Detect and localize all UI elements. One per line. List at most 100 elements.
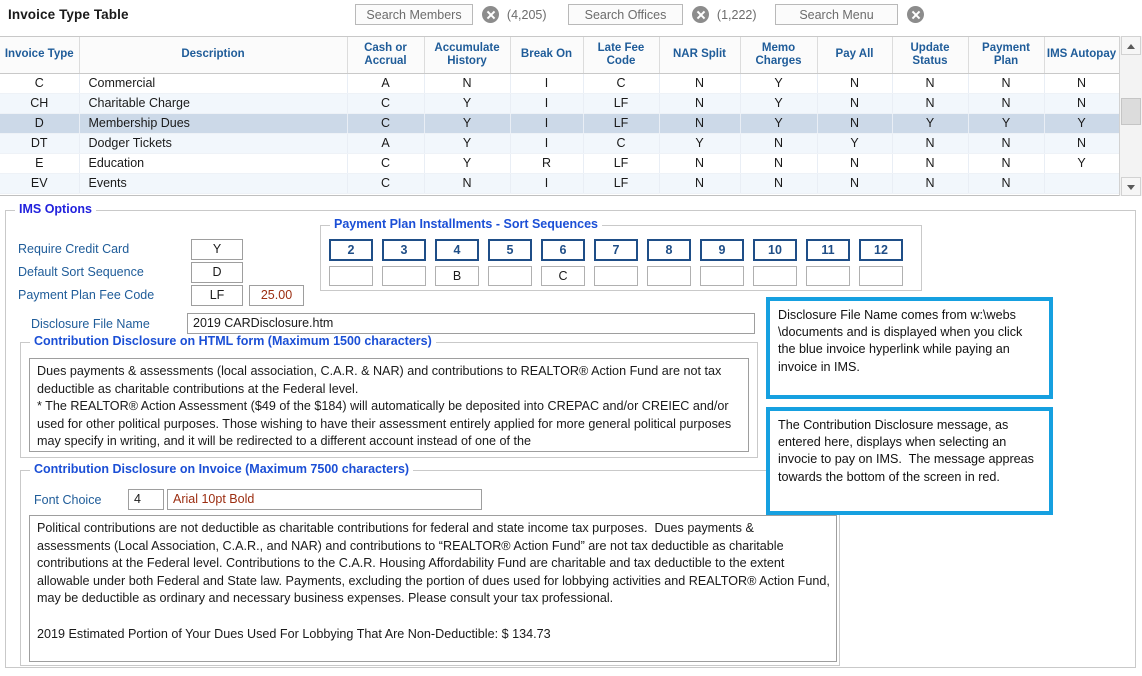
installment-number-8[interactable]: 8 [647,239,691,261]
cell-late-fee-code: LF [583,173,660,194]
installment-number-9[interactable]: 9 [700,239,744,261]
cell-memo-charges: N [740,133,818,154]
font-choice-input[interactable]: 4 [128,489,164,510]
table-header-row: Invoice Type Description Cash or Accrual… [0,37,1120,74]
cell-pay-all: N [817,173,893,194]
search-offices-input[interactable]: Search Offices [568,4,683,25]
cell-invoice-type: CH [0,93,80,114]
cell-accumulate-history: Y [424,133,511,154]
invoice-disclosure-legend: Contribution Disclosure on Invoice (Maxi… [30,462,414,476]
cell-memo-charges: N [740,153,818,174]
installment-number-5[interactable]: 5 [488,239,532,261]
cell-payment-plan: N [968,153,1045,174]
cell-update-status: N [892,173,969,194]
installment-number-4[interactable]: 4 [435,239,479,261]
default-sort-sequence-input[interactable]: D [191,262,243,283]
col-late-fee-code[interactable]: Late Fee Code [583,37,660,74]
installment-value-2[interactable] [329,266,373,286]
cell-description: Membership Dues [79,113,348,134]
col-description[interactable]: Description [79,37,348,74]
payment-plan-fee-amount-input[interactable]: 25.00 [249,285,304,306]
cell-late-fee-code: C [583,73,660,94]
col-nar-split[interactable]: NAR Split [659,37,741,74]
col-memo-charges[interactable]: Memo Charges [740,37,818,74]
col-pay-all[interactable]: Pay All [817,37,893,74]
cell-invoice-type: E [0,153,80,174]
installment-value-11[interactable] [806,266,850,286]
cell-cash-or-accrual: C [347,93,425,114]
col-accumulate-history[interactable]: Accumulate History [424,37,511,74]
invoice-type-grid[interactable]: Invoice Type Description Cash or Accrual… [0,36,1142,196]
require-credit-card-input[interactable]: Y [191,239,243,260]
font-choice-description[interactable]: Arial 10pt Bold [167,489,482,510]
search-offices-group: Search Offices (1,222) [568,4,757,27]
cell-nar-split: N [659,73,741,94]
cell-accumulate-history: N [424,173,511,194]
col-cash-or-accrual[interactable]: Cash or Accrual [347,37,425,74]
search-menu-input[interactable]: Search Menu [775,4,898,25]
payment-plan-fee-code-input[interactable]: LF [191,285,243,306]
installment-number-6[interactable]: 6 [541,239,585,261]
col-update-status[interactable]: Update Status [892,37,969,74]
installment-value-12[interactable] [859,266,903,286]
installment-value-6[interactable]: C [541,266,585,286]
installment-number-10[interactable]: 10 [753,239,797,261]
clear-offices-icon[interactable] [692,6,710,23]
table-row[interactable]: E Education C Y R LF N N N N N Y [0,153,1120,174]
installment-value-10[interactable] [753,266,797,286]
scroll-up-button[interactable] [1121,36,1141,55]
clear-members-icon[interactable] [482,6,500,23]
cell-ims-autopay: Y [1044,113,1120,134]
callout-disclosure-file-name: Disclosure File Name comes from w:\webs … [766,297,1053,399]
installment-value-9[interactable] [700,266,744,286]
installment-value-7[interactable] [594,266,638,286]
cell-memo-charges: Y [740,113,818,134]
disclosure-file-name-input[interactable]: 2019 CARDisclosure.htm [187,313,755,334]
cell-update-status: Y [892,113,969,134]
installment-number-11[interactable]: 11 [806,239,850,261]
callout-contribution-disclosure: The Contribution Disclosure message, as … [766,407,1053,515]
top-bar: Invoice Type Table Search Members (4,205… [0,0,1142,31]
installment-value-8[interactable] [647,266,691,286]
grid-vertical-scrollbar[interactable] [1119,36,1142,196]
table-row[interactable]: CH Charitable Charge C Y I LF N Y N N N … [0,93,1120,114]
html-disclosure-textarea[interactable]: Dues payments & assessments (local assoc… [29,358,749,452]
col-ims-autopay[interactable]: IMS Autopay [1044,37,1120,74]
invoice-disclosure-textarea[interactable]: Political contributions are not deductib… [29,515,837,662]
search-members-input[interactable]: Search Members [355,4,473,25]
cell-ims-autopay [1044,173,1120,194]
cell-nar-split: N [659,113,741,134]
scrollbar-thumb[interactable] [1121,98,1141,125]
disclosure-file-name-label: Disclosure File Name [31,317,150,331]
installment-number-12[interactable]: 12 [859,239,903,261]
table-row[interactable]: C Commercial A N I C N Y N N N N [0,73,1120,94]
cell-description: Commercial [79,73,348,94]
cell-late-fee-code: LF [583,113,660,134]
payment-plan-fee-code-label: Payment Plan Fee Code [18,288,155,302]
installment-value-5[interactable] [488,266,532,286]
scroll-down-button[interactable] [1121,177,1141,196]
installment-value-4[interactable]: B [435,266,479,286]
col-break-on[interactable]: Break On [510,37,584,74]
installment-number-7[interactable]: 7 [594,239,638,261]
table-row-selected[interactable]: D Membership Dues C Y I LF N Y N Y Y Y [0,113,1120,134]
cell-invoice-type: D [0,113,80,134]
col-invoice-type[interactable]: Invoice Type [0,37,80,74]
installment-value-3[interactable] [382,266,426,286]
search-menu-group: Search Menu [775,4,925,27]
clear-menu-icon[interactable] [907,6,925,23]
cell-description: Dodger Tickets [79,133,348,154]
cell-cash-or-accrual: C [347,153,425,174]
installment-number-3[interactable]: 3 [382,239,426,261]
table-row[interactable]: EV Events C N I LF N N N N N [0,173,1120,194]
search-members-group: Search Members (4,205) [355,4,547,27]
cell-break-on: I [510,173,584,194]
table-row[interactable]: DT Dodger Tickets A Y I C Y N Y N N N [0,133,1120,154]
installment-number-2[interactable]: 2 [329,239,373,261]
cell-cash-or-accrual: C [347,113,425,134]
cell-ims-autopay: Y [1044,153,1120,174]
cell-late-fee-code: LF [583,93,660,114]
page-title: Invoice Type Table [8,7,129,22]
cell-ims-autopay: N [1044,133,1120,154]
col-payment-plan[interactable]: Payment Plan [968,37,1045,74]
